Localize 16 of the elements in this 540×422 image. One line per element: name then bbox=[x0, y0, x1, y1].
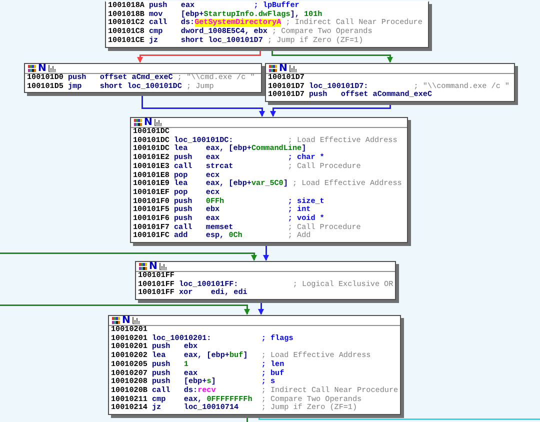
bar-chart-icon[interactable] bbox=[132, 317, 140, 324]
node-type-label: N bbox=[279, 64, 288, 73]
color-grid-icon bbox=[269, 65, 277, 72]
node-type-label: N bbox=[122, 316, 130, 325]
color-grid-icon bbox=[139, 263, 147, 270]
node-type-label: N bbox=[144, 118, 152, 127]
color-grid-icon bbox=[134, 119, 142, 126]
bar-chart-icon[interactable] bbox=[48, 65, 56, 72]
flow-arrow bbox=[258, 300, 264, 315]
node-type-label: N bbox=[149, 262, 158, 271]
node-type-label: N bbox=[38, 64, 46, 73]
color-grid-icon bbox=[112, 317, 120, 324]
color-grid-icon bbox=[28, 65, 36, 72]
bar-chart-icon[interactable] bbox=[154, 119, 162, 126]
bar-chart-icon[interactable] bbox=[289, 65, 298, 72]
bar-chart-icon[interactable] bbox=[159, 263, 168, 270]
